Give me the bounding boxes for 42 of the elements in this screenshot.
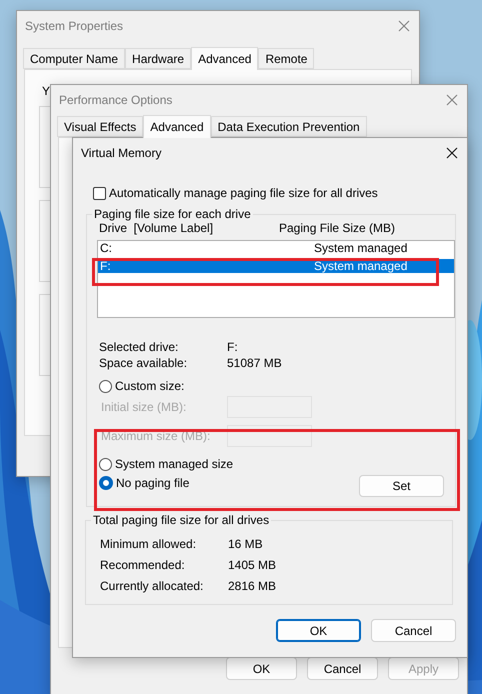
group-title: Paging file size for each drive — [93, 207, 252, 221]
dialog-button[interactable]: Cancel — [371, 619, 456, 642]
close-icon — [445, 146, 459, 160]
tab[interactable]: Advanced — [191, 47, 258, 70]
window-title: Performance Options — [59, 92, 172, 106]
auto-manage-checkbox[interactable]: Automatically manage paging file size for all drives — [93, 185, 378, 201]
drive-list[interactable]: C: System managed F: System managed — [97, 240, 455, 318]
info-value: F: — [227, 340, 238, 354]
set-button[interactable]: Set — [359, 475, 444, 497]
system-managed-radio[interactable]: System managed size — [97, 456, 234, 472]
dialog-button[interactable]: OK — [226, 657, 297, 680]
custom-size-radio[interactable]: Custom size: — [97, 378, 184, 394]
column-header: Paging File Size (MB) — [279, 221, 396, 235]
tab[interactable]: Data Execution Prevention — [210, 116, 367, 137]
intro-text: Y — [42, 84, 50, 98]
info-value: 51087 MB — [227, 356, 282, 370]
field-label: Initial size (MB): — [101, 400, 188, 414]
dialog-button[interactable]: Cancel — [307, 657, 378, 680]
tab[interactable]: Visual Effects — [57, 116, 144, 137]
close-icon — [397, 18, 411, 32]
close-icon — [445, 92, 459, 106]
info-value: 1405 MB — [228, 558, 276, 572]
close-button[interactable] — [445, 146, 459, 160]
group-title: Total paging file size for all drives — [92, 513, 270, 527]
tab[interactable]: Hardware — [125, 48, 192, 69]
drive-row[interactable]: C: System managed — [98, 241, 454, 255]
tab[interactable]: Remote — [258, 48, 314, 69]
tab[interactable]: Computer Name — [23, 48, 126, 69]
info-label: Selected drive: — [99, 340, 180, 354]
info-label: Minimum allowed: — [100, 536, 198, 550]
info-value: 2816 MB — [228, 578, 276, 592]
info-label: Space available: — [99, 356, 188, 370]
column-header: Drive [Volume Label] — [99, 221, 214, 235]
tab[interactable]: Advanced — [143, 115, 211, 138]
info-label: Recommended: — [100, 558, 186, 572]
window-title: System Properties — [25, 18, 124, 32]
info-value: 16 MB — [228, 536, 263, 550]
dialog-button[interactable]: OK — [276, 619, 361, 642]
field-label: Maximum size (MB): — [101, 429, 212, 443]
window-title: Virtual Memory — [81, 146, 162, 160]
no-paging-radio[interactable]: No paging file — [97, 475, 190, 491]
info-label: Currently allocated: — [100, 578, 204, 592]
